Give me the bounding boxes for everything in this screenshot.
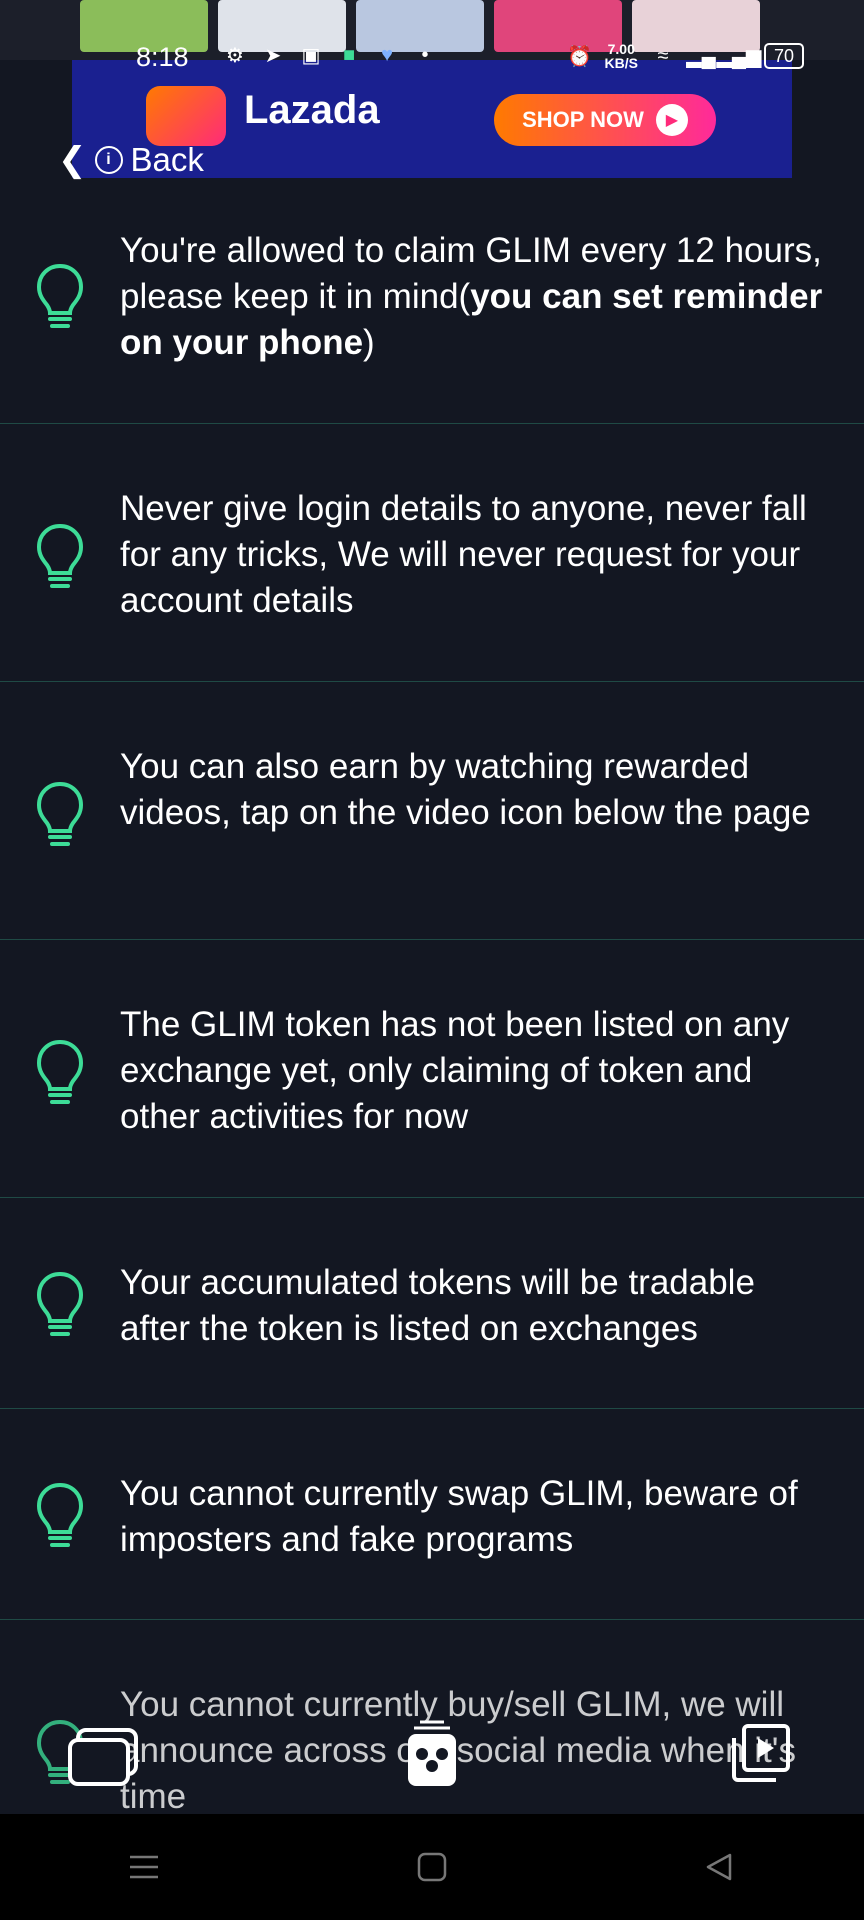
- network-speed: 7.00 KB/S: [605, 42, 638, 70]
- tip-text: You're allowed to claim GLIM every 12 ho…: [120, 231, 823, 362]
- home-button[interactable]: [402, 1837, 462, 1897]
- system-navigation-bar: [0, 1814, 864, 1920]
- lightbulb-icon: [36, 263, 84, 328]
- dot-icon: •: [421, 43, 429, 66]
- lazada-logo-icon: [146, 86, 226, 146]
- network-speed-value: 7.00: [607, 41, 635, 57]
- heart-icon: ♥: [381, 43, 393, 66]
- battery-indicator: 70: [763, 43, 804, 69]
- triangle-back-icon: [706, 1853, 732, 1881]
- tips-list: You're allowed to claim GLIM every 12 ho…: [0, 180, 864, 1820]
- network-speed-unit: KB/S: [604, 55, 638, 71]
- tip-item: You're allowed to claim GLIM every 12 ho…: [0, 180, 864, 424]
- shopee-icon: ▣: [301, 44, 321, 67]
- square-icon: [417, 1852, 447, 1882]
- ad-brand: Lazada: [244, 88, 380, 132]
- tip-text: You cannot currently swap GLIM, beware o…: [120, 1474, 798, 1559]
- lightbulb-icon: [36, 523, 84, 588]
- menu-icon: [130, 1855, 158, 1879]
- status-time: 8:18: [136, 42, 189, 72]
- chat-icon: ■: [342, 43, 356, 66]
- signal-icon: ▂▄▆: [716, 45, 762, 68]
- info-icon: i: [94, 146, 123, 174]
- tip-item: Your accumulated tokens will be tradable…: [0, 1198, 864, 1409]
- shop-now-label: SHOP NOW: [522, 107, 644, 132]
- status-bar: 8:18 ⚙ ➤ ▣ ■ ♥ • ⏰ 7.00 KB/S ≈ ▂▄ ▂▄▆ 70: [0, 0, 864, 72]
- video-rewards-icon[interactable]: [730, 1722, 792, 1784]
- game-icon: ⚙: [226, 44, 244, 67]
- lightbulb-icon: [36, 1271, 84, 1336]
- tip-text: You cannot currently buy/sell GLIM, we w…: [120, 1685, 796, 1816]
- wallet-icon[interactable]: [66, 1726, 142, 1788]
- back-label: Back: [130, 141, 204, 178]
- tip-text: You can also earn by watching rewarded v…: [120, 747, 811, 832]
- lightbulb-icon: [36, 1039, 84, 1104]
- back-button[interactable]: ❮ i Back: [58, 140, 204, 180]
- tip-item: You can also earn by watching rewarded v…: [0, 682, 864, 940]
- system-status: ⏰ 7.00 KB/S ≈ ▂▄ ▂▄▆ 70: [567, 42, 804, 70]
- notification-icons: ⚙ ➤ ▣ ■ ♥ •: [222, 42, 438, 68]
- tip-text: Never give login details to anyone, neve…: [120, 489, 807, 620]
- tip-item: Never give login details to anyone, neve…: [0, 424, 864, 682]
- chevron-left-icon: ❮: [58, 141, 87, 179]
- tip-text: Your accumulated tokens will be tradable…: [120, 1263, 755, 1348]
- alarm-icon: ⏰: [567, 45, 592, 68]
- tip-item: You cannot currently swap GLIM, beware o…: [0, 1409, 864, 1620]
- play-icon: ▶: [655, 104, 688, 136]
- lightbulb-icon: [36, 781, 84, 846]
- community-icon[interactable]: [404, 1718, 460, 1790]
- back-nav-button[interactable]: [690, 1837, 750, 1897]
- recent-apps-button[interactable]: [114, 1837, 174, 1897]
- telegram-icon: ➤: [264, 44, 282, 67]
- lightbulb-icon: [36, 1482, 84, 1547]
- signal-icon: ▂▄: [686, 45, 716, 68]
- tip-item: The GLIM token has not been listed on an…: [0, 940, 864, 1198]
- shop-now-button[interactable]: SHOP NOW ▶: [494, 94, 716, 146]
- tip-text: The GLIM token has not been listed on an…: [120, 1005, 790, 1136]
- wifi-icon: ≈: [657, 44, 669, 67]
